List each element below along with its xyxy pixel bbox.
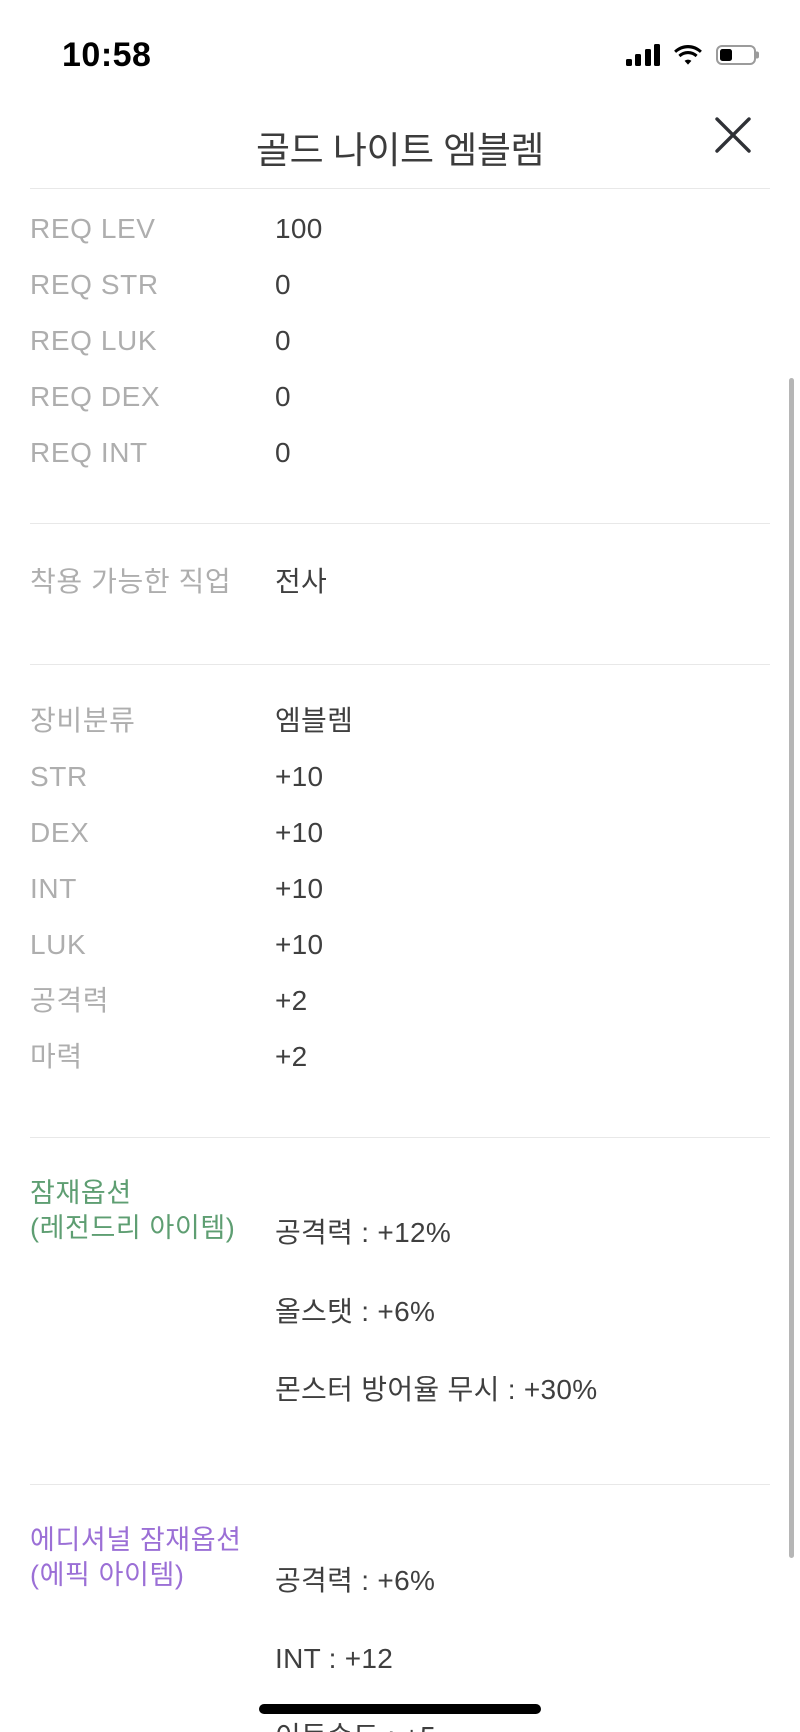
row-label: 공격력 (30, 985, 110, 1016)
scrollbar-thumb[interactable] (789, 378, 794, 1558)
table-row: STR +10 (30, 759, 770, 815)
signal-bars-icon (625, 44, 660, 66)
table-row: 장비분류 엠블렘 (30, 703, 770, 759)
row-value: +10 (275, 929, 324, 960)
table-row: 에디셔널 잠재옵션 (에픽 아이템) 공격력 : +6% INT : +12 이… (30, 1521, 770, 1732)
row-label: 마력 (30, 1041, 83, 1072)
row-value: 0 (275, 269, 291, 300)
wifi-icon (673, 44, 703, 66)
additional-potential-line: 이동속도 : +5 (275, 1717, 770, 1732)
additional-potential-label-line1: 에디셔널 잠재옵션 (30, 1525, 242, 1556)
additional-potential-section: 에디셔널 잠재옵션 (에픽 아이템) 공격력 : +6% INT : +12 이… (0, 1485, 800, 1732)
table-row: INT +10 (30, 871, 770, 927)
table-row: DEX +10 (30, 815, 770, 871)
row-label: STR (30, 761, 88, 792)
potential-section: 잠재옵션 (레전드리 아이템) 공격력 : +12% 올스탯 : +6% 몬스터… (0, 1138, 800, 1484)
row-value: +2 (275, 985, 308, 1016)
row-label: INT (30, 873, 77, 904)
status-bar-clock: 10:58 (62, 35, 152, 74)
row-value: +10 (275, 761, 324, 792)
table-row: 착용 가능한 직업 전사 (30, 564, 770, 620)
additional-potential-label-line2: (에픽 아이템) (30, 1559, 185, 1590)
table-row: 공격력 +2 (30, 983, 770, 1039)
table-row: 잠재옵션 (레전드리 아이템) 공격력 : +12% 올스탯 : +6% 몬스터… (30, 1174, 770, 1448)
page-title: 골드 나이트 엠블렘 (256, 130, 544, 171)
battery-icon (716, 45, 756, 65)
item-detail-content: REQ LEV 100 REQ STR 0 REQ LUK 0 REQ DEX … (0, 188, 800, 1732)
table-row: 마력 +2 (30, 1039, 770, 1095)
row-label: REQ STR (30, 269, 159, 300)
item-detail-screen: 10:58 골드 나이트 엠블렘 REQ LEV 100 REQ STR 0 R… (0, 0, 800, 1732)
row-label: 장비분류 (30, 705, 136, 736)
home-indicator[interactable] (259, 1704, 541, 1714)
row-label: REQ INT (30, 437, 148, 468)
potential-label-line1: 잠재옵션 (30, 1178, 132, 1208)
row-label: DEX (30, 817, 90, 848)
row-label: 착용 가능한 직업 (30, 566, 232, 597)
row-value: +10 (275, 873, 324, 904)
row-label: REQ LEV (30, 213, 156, 244)
row-value: 0 (275, 437, 291, 468)
table-row: REQ INT 0 (30, 435, 770, 491)
row-value: 전사 (275, 566, 328, 597)
table-row: REQ DEX 0 (30, 379, 770, 435)
additional-potential-label: 에디셔널 잠재옵션 (에픽 아이템) (30, 1521, 275, 1592)
row-value: +10 (275, 817, 324, 848)
modal-header: 골드 나이트 엠블렘 (0, 92, 800, 188)
job-section: 착용 가능한 직업 전사 (0, 524, 800, 664)
potential-label: 잠재옵션 (레전드리 아이템) (30, 1174, 275, 1245)
row-value: 0 (275, 325, 291, 356)
potential-line: 올스탯 : +6% (275, 1295, 436, 1327)
additional-potential-line: 공격력 : +6% (275, 1564, 436, 1596)
table-row: LUK +10 (30, 927, 770, 983)
row-value: 100 (275, 213, 323, 244)
row-value: 엠블렘 (275, 705, 354, 736)
row-label: REQ LUK (30, 325, 158, 356)
row-label: LUK (30, 929, 87, 960)
status-bar-icons (625, 44, 756, 66)
row-label: REQ DEX (30, 381, 161, 412)
table-row: REQ LUK 0 (30, 323, 770, 379)
table-row: REQ STR 0 (30, 267, 770, 323)
requirements-section: REQ LEV 100 REQ STR 0 REQ LUK 0 REQ DEX … (0, 189, 800, 523)
table-row: REQ LEV 100 (30, 211, 770, 267)
additional-potential-values: 공격력 : +6% INT : +12 이동속도 : +5 (275, 1521, 770, 1732)
equipment-section: 장비분류 엠블렘 STR +10 DEX +10 INT +10 LUK +10… (0, 665, 800, 1137)
status-bar: 10:58 (0, 0, 800, 92)
potential-values: 공격력 : +12% 올스탯 : +6% 몬스터 방어율 무시 : +30% (275, 1174, 770, 1448)
row-value: 0 (275, 381, 291, 412)
close-button[interactable] (702, 104, 764, 166)
potential-line: 공격력 : +12% (275, 1217, 452, 1249)
row-value: +2 (275, 1041, 308, 1072)
scrollbar[interactable] (789, 378, 794, 1558)
potential-line: 몬스터 방어율 무시 : +30% (275, 1373, 598, 1405)
close-icon (715, 117, 751, 153)
potential-label-line2: (레전드리 아이템) (30, 1212, 236, 1243)
additional-potential-line: INT : +12 (275, 1642, 394, 1674)
